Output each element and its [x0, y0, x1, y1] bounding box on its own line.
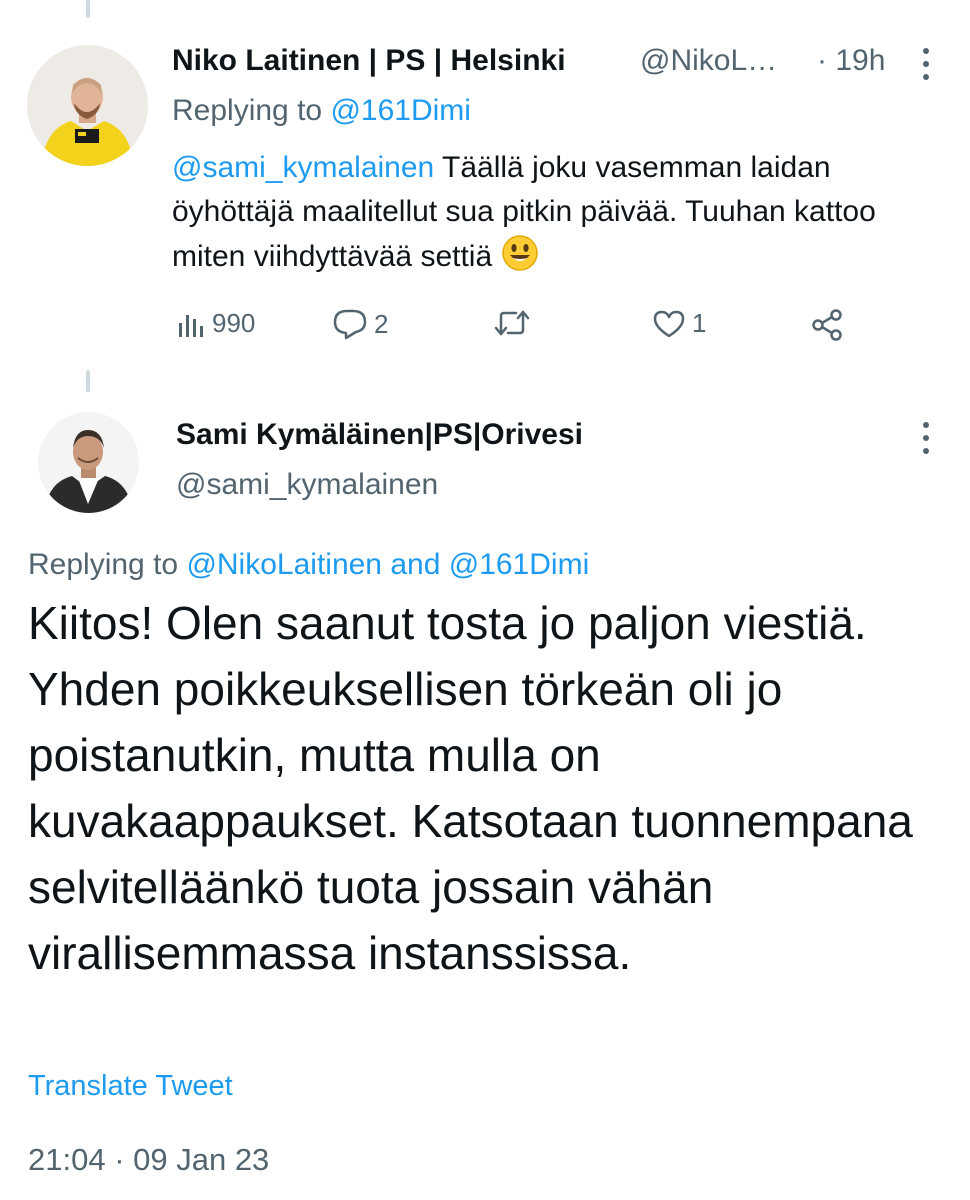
avatar-niko[interactable]	[27, 45, 148, 166]
replying-handle-link[interactable]: @161Dimi	[330, 94, 471, 127]
views-action[interactable]: 990	[176, 308, 255, 339]
more-icon[interactable]	[921, 422, 931, 454]
author-handle[interactable]: @sami_kymalainen	[176, 468, 438, 502]
author-handle[interactable]: @NikoL…	[640, 44, 777, 78]
share-action[interactable]	[810, 308, 844, 342]
replying-to: Replying to @NikoLaitinen and @161Dimi	[28, 548, 589, 582]
mention-link[interactable]: @sami_kymalainen	[172, 151, 434, 184]
replies-count: 2	[374, 308, 389, 339]
thread-line-middle	[86, 370, 90, 392]
replying-handle-link-2[interactable]: @161Dimi	[449, 548, 590, 581]
tweet-time[interactable]: · 19h	[817, 44, 885, 78]
retweet-action[interactable]	[494, 308, 530, 338]
avatar-sami-image	[38, 412, 139, 513]
replying-handle-link-1[interactable]: @NikoLaitinen	[186, 548, 382, 581]
tweet-text: Kiitos! Olen saanut tosta jo paljon vies…	[28, 597, 913, 979]
share-icon	[812, 309, 842, 341]
tweet-timestamp[interactable]: 21:04 · 09 Jan 23	[28, 1142, 269, 1178]
views-icon	[179, 314, 203, 337]
reply-icon	[333, 309, 367, 340]
tweet-text: @sami_kymalainen Täällä joku vasemman la…	[172, 146, 932, 285]
author-name[interactable]: Niko Laitinen | PS | Helsinki	[172, 44, 566, 78]
reply-action[interactable]: 2	[332, 308, 388, 340]
replying-to: Replying to @161Dimi	[172, 94, 471, 128]
more-icon[interactable]	[921, 48, 931, 80]
retweet-icon	[494, 310, 530, 336]
like-icon	[653, 310, 685, 337]
views-count: 990	[212, 308, 256, 338]
like-action[interactable]: 1	[652, 308, 706, 339]
avatar-niko-image	[27, 45, 148, 166]
replying-prefix: Replying to	[28, 548, 187, 581]
replying-and: and	[382, 548, 449, 581]
likes-count: 1	[692, 308, 707, 338]
author-name[interactable]: Sami Kymäläinen|PS|Orivesi	[176, 418, 583, 452]
translate-tweet-link[interactable]: Translate Tweet	[28, 1070, 233, 1103]
avatar-sami[interactable]	[38, 412, 139, 513]
smiley-emoji	[501, 234, 539, 285]
replying-prefix: Replying to	[172, 94, 331, 127]
thread-line-top	[86, 0, 90, 18]
